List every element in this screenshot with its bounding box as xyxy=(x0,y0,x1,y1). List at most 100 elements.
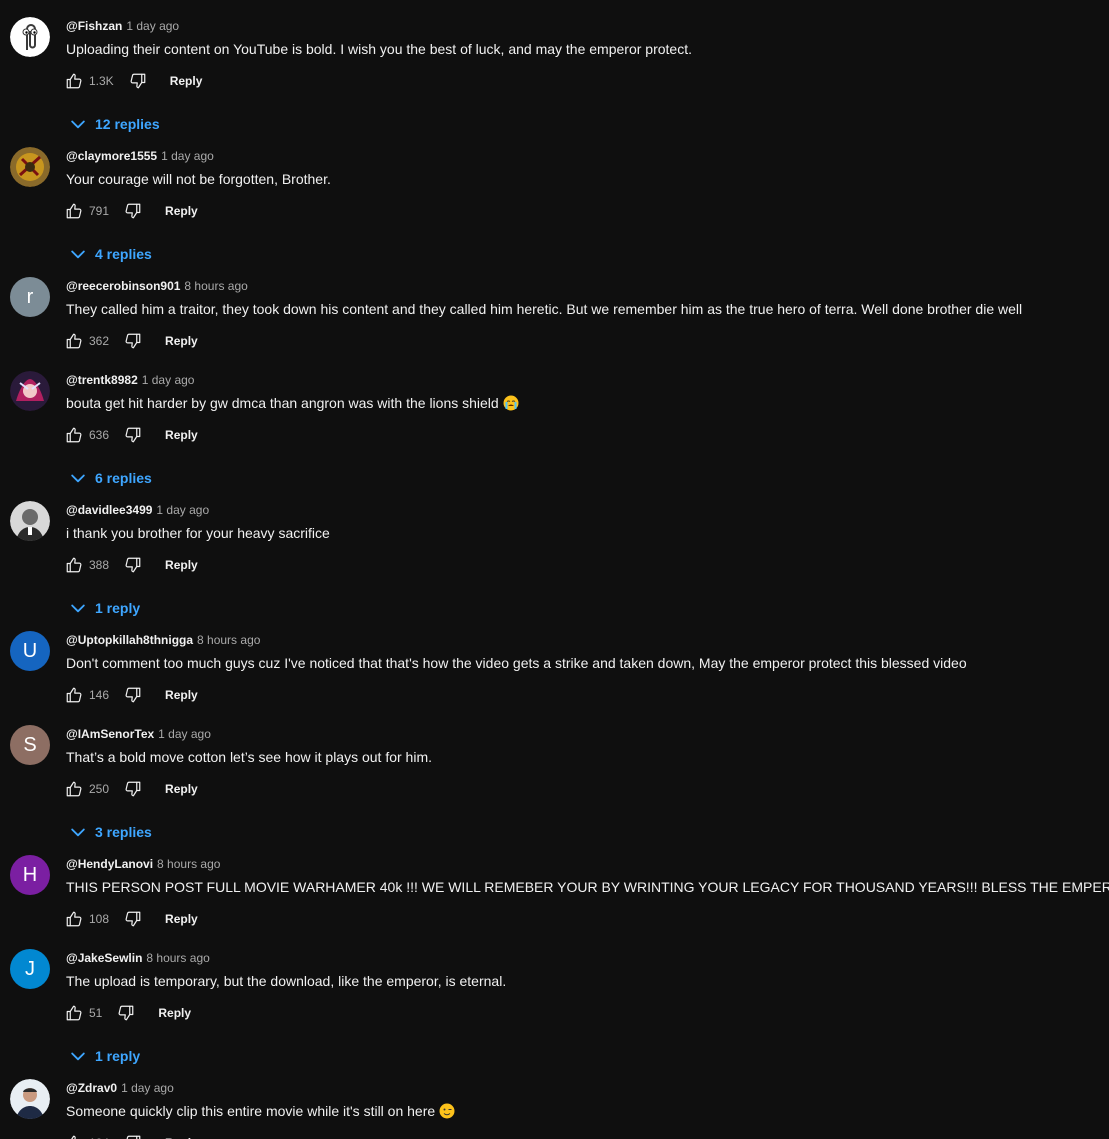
comment-actions: 388 Reply xyxy=(64,553,198,577)
comment-text: bouta get hit harder by gw dmca than ang… xyxy=(66,393,519,413)
author-name[interactable]: @IAmSenorTex xyxy=(66,727,154,741)
avatar[interactable] xyxy=(10,371,50,411)
comment-header: @Zdrav0 1 day ago xyxy=(66,1079,174,1097)
comment-header: @Fishzan 1 day ago xyxy=(66,17,179,35)
avatar[interactable] xyxy=(10,17,50,57)
comment-timestamp[interactable]: 1 day ago xyxy=(142,373,195,387)
like-icon[interactable] xyxy=(64,201,84,221)
like-icon[interactable] xyxy=(64,685,84,705)
avatar[interactable]: U xyxy=(10,631,50,671)
comment-body: Someone quickly clip this entire movie w… xyxy=(66,1103,436,1119)
dislike-icon[interactable] xyxy=(116,1003,136,1023)
dislike-icon[interactable] xyxy=(128,71,148,91)
like-icon[interactable] xyxy=(64,1003,84,1023)
like-icon[interactable] xyxy=(64,71,84,91)
author-name[interactable]: @reecerobinson901 xyxy=(66,279,180,293)
dislike-icon[interactable] xyxy=(123,779,143,799)
comment-timestamp[interactable]: 8 hours ago xyxy=(197,633,260,647)
comment-body: Uploading their content on YouTube is bo… xyxy=(66,41,692,57)
like-count: 1.3K xyxy=(89,74,114,88)
comment-timestamp[interactable]: 1 day ago xyxy=(158,727,211,741)
comment-body: That’s a bold move cotton let’s see how … xyxy=(66,749,433,765)
comment-actions: 636 Reply xyxy=(64,423,198,447)
avatar[interactable]: S xyxy=(10,725,50,765)
view-replies-button[interactable]: 3 replies xyxy=(68,821,152,843)
author-name[interactable]: @JakeSewlin xyxy=(66,951,142,965)
view-replies-button[interactable]: 1 reply xyxy=(68,597,140,619)
reply-button[interactable]: Reply xyxy=(165,428,198,442)
like-icon[interactable] xyxy=(64,331,84,351)
comment-timestamp[interactable]: 8 hours ago xyxy=(146,951,209,965)
reply-button[interactable]: Reply xyxy=(165,204,198,218)
comment-timestamp[interactable]: 1 day ago xyxy=(126,19,179,33)
comment-timestamp[interactable]: 1 day ago xyxy=(156,503,209,517)
avatar[interactable]: r xyxy=(10,277,50,317)
dislike-icon[interactable] xyxy=(123,201,143,221)
reply-button[interactable]: Reply xyxy=(170,74,203,88)
author-name[interactable]: @claymore1555 xyxy=(66,149,157,163)
dislike-icon[interactable] xyxy=(123,425,143,445)
comment-actions: 51 Reply xyxy=(64,1001,191,1025)
reply-button[interactable]: Reply xyxy=(165,912,198,926)
reply-button[interactable]: Reply xyxy=(165,558,198,572)
dislike-icon[interactable] xyxy=(123,331,143,351)
dislike-icon[interactable] xyxy=(123,685,143,705)
author-name[interactable]: @HendyLanovi xyxy=(66,857,153,871)
avatar[interactable]: H xyxy=(10,855,50,895)
view-replies-button[interactable]: 12 replies xyxy=(68,113,160,135)
dislike-icon[interactable] xyxy=(123,909,143,929)
replies-count-label: 6 replies xyxy=(95,470,152,486)
view-replies-button[interactable]: 4 replies xyxy=(68,243,152,265)
avatar[interactable] xyxy=(10,1079,50,1119)
author-name[interactable]: @davidlee3499 xyxy=(66,503,152,517)
like-icon[interactable] xyxy=(64,1133,84,1139)
like-count: 791 xyxy=(89,204,110,218)
author-name[interactable]: @Uptopkillah8thnigga xyxy=(66,633,193,647)
reply-button[interactable]: Reply xyxy=(158,1006,191,1020)
comment-body: The upload is temporary, but the downloa… xyxy=(66,973,507,989)
like-count: 108 xyxy=(89,912,110,926)
comment-body: bouta get hit harder by gw dmca than ang… xyxy=(66,395,499,411)
comment-actions: 1.3K Reply xyxy=(64,69,202,93)
avatar[interactable] xyxy=(10,147,50,187)
comment-text: Uploading their content on YouTube is bo… xyxy=(66,39,692,59)
dislike-icon[interactable] xyxy=(123,555,143,575)
comment-body: THIS PERSON POST FULL MOVIE WARHAMER 40k… xyxy=(66,879,1109,895)
dislike-icon[interactable] xyxy=(123,1133,143,1139)
avatar[interactable]: J xyxy=(10,949,50,989)
like-count: 636 xyxy=(89,428,110,442)
comment-header: @IAmSenorTex 1 day ago xyxy=(66,725,211,743)
avatar[interactable] xyxy=(10,501,50,541)
comment-timestamp[interactable]: 1 day ago xyxy=(121,1081,174,1095)
comment-actions: 104Reply xyxy=(64,1131,198,1139)
replies-count-label: 12 replies xyxy=(95,116,160,132)
reply-button[interactable]: Reply xyxy=(165,334,198,348)
like-icon[interactable] xyxy=(64,779,84,799)
like-count: 362 xyxy=(89,334,110,348)
comment-timestamp[interactable]: 8 hours ago xyxy=(184,279,247,293)
like-icon[interactable] xyxy=(64,909,84,929)
author-name[interactable]: @Fishzan xyxy=(66,19,122,33)
comment-text: That’s a bold move cotton let’s see how … xyxy=(66,747,432,767)
like-icon[interactable] xyxy=(64,555,84,575)
reply-button[interactable]: Reply xyxy=(165,688,198,702)
author-name[interactable]: @Zdrav0 xyxy=(66,1081,117,1095)
avatar-initial: H xyxy=(22,863,38,886)
comment-body: They called him a traitor, they took dow… xyxy=(66,301,1023,317)
view-replies-button[interactable]: 6 replies xyxy=(68,467,152,489)
comment-timestamp[interactable]: 1 day ago xyxy=(161,149,214,163)
reply-button[interactable]: Reply xyxy=(165,782,198,796)
winking-emoji-icon xyxy=(439,1103,455,1119)
comment-actions: 250 Reply xyxy=(64,777,198,801)
comment-actions: 108 Reply xyxy=(64,907,198,931)
like-icon[interactable] xyxy=(64,425,84,445)
comment-body: Don't comment too much guys cuz I've not… xyxy=(66,655,967,671)
comment-timestamp[interactable]: 8 hours ago xyxy=(157,857,220,871)
chevron-down-icon xyxy=(68,114,95,134)
replies-count-label: 4 replies xyxy=(95,246,152,262)
view-replies-button[interactable]: 1 reply xyxy=(68,1045,140,1067)
comment-text: Don't comment too much guys cuz I've not… xyxy=(66,653,967,673)
comment-body: Your courage will not be forgotten, Brot… xyxy=(66,171,331,187)
author-name[interactable]: @trentk8982 xyxy=(66,373,138,387)
like-count: 51 xyxy=(89,1006,103,1020)
